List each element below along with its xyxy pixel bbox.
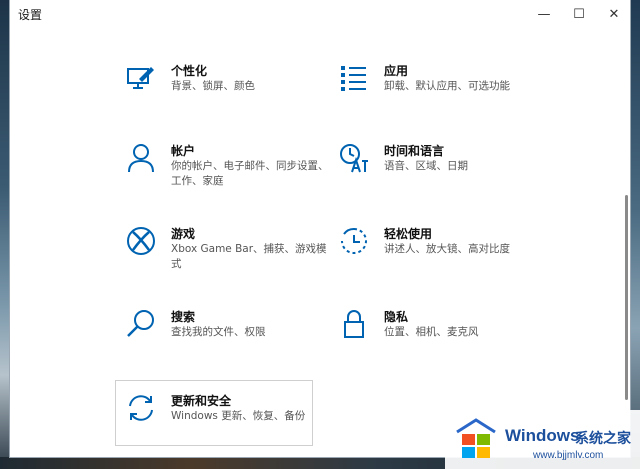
tile-name: 应用 bbox=[384, 64, 409, 78]
tile-description: 位置、相机、麦克风 bbox=[384, 326, 479, 338]
tile-name: 帐户 bbox=[171, 144, 196, 158]
tile-name: 个性化 bbox=[171, 64, 208, 78]
tile-privacy[interactable]: 隐私 位置、相机、麦克风 bbox=[338, 308, 538, 372]
close-button[interactable]: ✕ bbox=[595, 0, 633, 28]
windows-logo-icon bbox=[456, 418, 496, 458]
window-title: 设置 bbox=[18, 8, 43, 22]
vertical-scrollbar[interactable] bbox=[625, 195, 628, 400]
tile-time-language[interactable]: 时间和语言 语音、区域、日期 bbox=[338, 142, 538, 206]
desktop-background-left bbox=[0, 0, 10, 469]
minimize-button[interactable]: — bbox=[525, 0, 563, 28]
settings-window: 设置 — ☐ ✕ 个性化 背景、锁屏、颜色 应用 卸载、默认应用、可选功能 帐户… bbox=[10, 0, 630, 457]
tile-name: 游戏 bbox=[171, 227, 196, 241]
tile-personalization[interactable]: 个性化 背景、锁屏、颜色 bbox=[125, 62, 325, 126]
watermark-cn: 系统之家 bbox=[575, 431, 631, 447]
maximize-icon: ☐ bbox=[573, 6, 585, 22]
title-bar[interactable]: 设置 — ☐ ✕ bbox=[10, 0, 630, 28]
close-icon: ✕ bbox=[608, 6, 620, 22]
lock-icon bbox=[344, 310, 364, 338]
watermark-url: www.bjjmlv.com bbox=[533, 450, 604, 461]
accounts-icon bbox=[128, 144, 154, 173]
tile-name: 时间和语言 bbox=[384, 144, 445, 158]
time-language-icon bbox=[340, 144, 368, 173]
tile-description: 背景、锁屏、颜色 bbox=[171, 80, 255, 92]
apps-icon bbox=[341, 66, 366, 91]
watermark-brand: Windows bbox=[505, 426, 580, 445]
minimize-icon: — bbox=[537, 6, 551, 22]
tile-update-security[interactable]: 更新和安全 Windows 更新、恢复、备份 bbox=[125, 392, 325, 456]
tile-name: 更新和安全 bbox=[171, 394, 232, 408]
maximize-button[interactable]: ☐ bbox=[560, 0, 598, 28]
search-icon bbox=[127, 310, 154, 337]
tile-description: 查找我的文件、权限 bbox=[171, 326, 266, 338]
tile-search[interactable]: 搜索 查找我的文件、权限 bbox=[125, 308, 325, 372]
xbox-icon bbox=[127, 227, 155, 255]
tile-description: 讲述人、放大镜、高对比度 bbox=[384, 243, 510, 255]
tile-description: 卸载、默认应用、可选功能 bbox=[384, 80, 510, 92]
tile-name: 隐私 bbox=[384, 310, 409, 324]
watermark: Windows 系统之家 www.bjjmlv.com bbox=[445, 410, 640, 469]
tile-description: 你的帐户、电子邮件、同步设置、工作、家庭 bbox=[171, 160, 329, 187]
tile-description: Windows 更新、恢复、备份 bbox=[171, 410, 306, 422]
tile-apps[interactable]: 应用 卸载、默认应用、可选功能 bbox=[338, 62, 538, 126]
desktop-background-right bbox=[630, 0, 640, 469]
sync-icon bbox=[129, 395, 153, 421]
tile-gaming[interactable]: 游戏 Xbox Game Bar、捕获、游戏模式 bbox=[125, 225, 327, 289]
personalization-icon bbox=[127, 67, 154, 89]
ease-of-access-icon bbox=[341, 227, 367, 254]
tile-name: 轻松使用 bbox=[384, 227, 433, 241]
tile-ease-of-access[interactable]: 轻松使用 讲述人、放大镜、高对比度 bbox=[338, 225, 538, 289]
tile-description: Xbox Game Bar、捕获、游戏模式 bbox=[171, 243, 327, 270]
tile-accounts[interactable]: 帐户 你的帐户、电子邮件、同步设置、工作、家庭 bbox=[125, 142, 329, 206]
tile-description: 语音、区域、日期 bbox=[384, 160, 468, 172]
tile-name: 搜索 bbox=[171, 310, 196, 324]
